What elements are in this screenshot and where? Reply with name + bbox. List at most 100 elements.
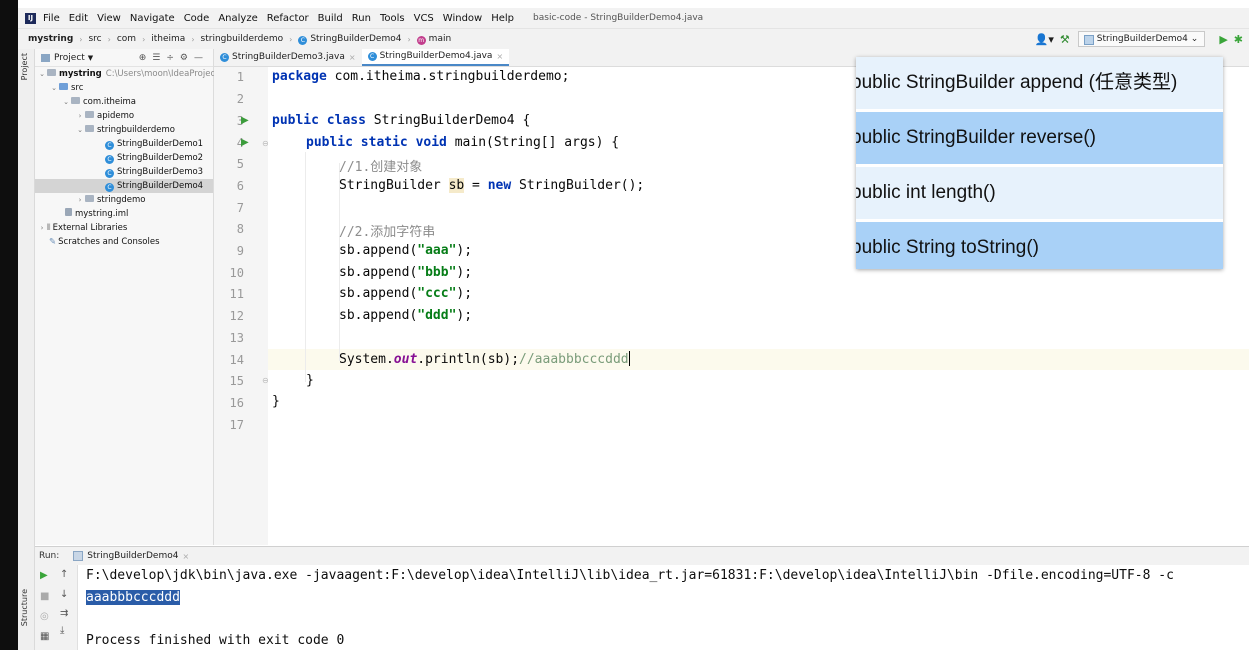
chevron-right-icon[interactable]: › bbox=[75, 109, 85, 123]
menu-edit[interactable]: Edit bbox=[69, 13, 88, 24]
code-text: sb.append( bbox=[339, 308, 418, 323]
tree-item-scratches[interactable]: ✎ Scratches and Consoles bbox=[35, 235, 227, 249]
menu-vcs[interactable]: VCS bbox=[414, 13, 434, 24]
close-icon[interactable]: × bbox=[496, 48, 503, 65]
breadcrumb-class[interactable]: C StringBuilderDemo4 bbox=[298, 34, 401, 45]
close-icon[interactable]: × bbox=[182, 552, 189, 561]
menu-run[interactable]: Run bbox=[352, 13, 371, 24]
breadcrumb-src[interactable]: src bbox=[88, 34, 101, 44]
menu-analyze[interactable]: Analyze bbox=[218, 13, 257, 24]
code-text: sb.append( bbox=[339, 286, 418, 301]
menu-navigate[interactable]: Navigate bbox=[130, 13, 175, 24]
layout-icon[interactable]: ▦ bbox=[40, 631, 49, 642]
tab-stringbuilderdemo3[interactable]: C StringBuilderDemo3.java × bbox=[214, 49, 362, 66]
string-literal: "aaa" bbox=[417, 243, 457, 258]
menu-code[interactable]: Code bbox=[184, 13, 210, 24]
tab-stringbuilderdemo4[interactable]: C StringBuilderDemo4.java × bbox=[361, 48, 510, 66]
tree-item-demo4[interactable]: C StringBuilderDemo4 bbox=[35, 179, 213, 193]
locate-icon[interactable]: ⊕ bbox=[139, 53, 153, 63]
breadcrumb-separator-icon: › bbox=[191, 34, 195, 44]
chevron-right-icon[interactable]: › bbox=[75, 193, 85, 207]
collapse-all-icon[interactable]: ☰ bbox=[152, 53, 166, 63]
run-method-icon[interactable]: ▶ bbox=[241, 137, 249, 148]
rerun-icon[interactable]: ▶ bbox=[40, 570, 48, 581]
line-number: 8 bbox=[236, 222, 244, 236]
close-icon[interactable]: × bbox=[349, 49, 356, 66]
menu-help[interactable]: Help bbox=[491, 13, 514, 24]
menu-view[interactable]: View bbox=[97, 13, 121, 24]
gear-icon[interactable]: ⚙ bbox=[180, 53, 194, 63]
run-tab-label: StringBuilderDemo4 bbox=[87, 551, 179, 561]
line-number: 6 bbox=[236, 179, 244, 193]
chevron-down-icon[interactable]: ▼ bbox=[88, 54, 93, 62]
tree-item-path: C:\Users\moon\IdeaProjec bbox=[105, 69, 216, 79]
keyword: public static void bbox=[306, 135, 447, 150]
code-text: sb.append( bbox=[339, 243, 418, 258]
tree-item-label: StringBuilderDemo3 bbox=[117, 167, 204, 177]
package-folder-icon bbox=[85, 111, 94, 118]
line-number: 16 bbox=[229, 396, 244, 410]
chevron-down-icon[interactable]: ⌄ bbox=[75, 123, 85, 137]
line-number: 7 bbox=[236, 201, 244, 215]
breadcrumb-project[interactable]: mystring bbox=[28, 34, 73, 44]
tree-item-label: mystring bbox=[59, 69, 102, 79]
code-line-10: sb.append("bbb"); bbox=[339, 265, 472, 280]
breadcrumb-package[interactable]: stringbuilderdemo bbox=[201, 34, 284, 44]
code-line-12: sb.append("ddd"); bbox=[339, 308, 472, 323]
breadcrumb-separator-icon: › bbox=[142, 34, 146, 44]
soft-wrap-icon[interactable]: ⇉ bbox=[60, 608, 68, 619]
tree-item-com-itheima[interactable]: ⌄ com.itheima bbox=[35, 95, 239, 109]
project-view-select[interactable]: Project bbox=[54, 53, 85, 63]
breadcrumb-itheima[interactable]: itheima bbox=[151, 34, 185, 44]
tree-item-label: stringdemo bbox=[97, 195, 146, 205]
console-output-line: aaabbbcccddd bbox=[86, 590, 180, 605]
method-list-popup: public StringBuilder append (任意类型) publi… bbox=[856, 57, 1223, 269]
stop-icon[interactable]: ■ bbox=[40, 591, 49, 602]
chevron-down-icon[interactable]: ⌄ bbox=[37, 67, 47, 81]
menu-file[interactable]: File bbox=[43, 13, 60, 24]
scroll-down-icon[interactable]: ↓ bbox=[60, 589, 68, 600]
chevron-down-icon[interactable]: ⌄ bbox=[49, 81, 59, 95]
run-icon[interactable]: ▶ bbox=[1219, 33, 1227, 46]
breadcrumb-com[interactable]: com bbox=[117, 34, 136, 44]
code-text: ); bbox=[456, 243, 473, 258]
line-number: 13 bbox=[229, 331, 244, 345]
camera-icon[interactable]: ◎ bbox=[40, 611, 49, 622]
tree-item-mystring[interactable]: ⌄ mystring C:\Users\moon\IdeaProjec bbox=[35, 67, 215, 81]
structure-tool-tab[interactable]: Structure bbox=[20, 589, 29, 626]
build-hammer-icon[interactable]: ⚒ bbox=[1060, 33, 1070, 46]
tree-item-src[interactable]: ⌄ src bbox=[35, 81, 227, 95]
project-tool-tab[interactable]: Project bbox=[20, 53, 29, 80]
scroll-to-end-icon[interactable]: ⤓ bbox=[60, 625, 64, 636]
run-configuration-select[interactable]: StringBuilderDemo4 ⌄ bbox=[1077, 31, 1206, 47]
breadcrumb-method-label: main bbox=[428, 33, 452, 44]
menu-tools[interactable]: Tools bbox=[380, 13, 405, 24]
menu-refactor[interactable]: Refactor bbox=[267, 13, 309, 24]
console-command-line: F:\develop\jdk\bin\java.exe -javaagent:F… bbox=[86, 568, 1174, 583]
run-class-icon[interactable]: ▶ bbox=[241, 115, 249, 126]
debug-icon[interactable]: ✱ bbox=[1234, 33, 1243, 46]
user-icon[interactable]: 👤▾ bbox=[1035, 33, 1054, 46]
tree-item-label: mystring.iml bbox=[75, 209, 129, 219]
breadcrumb: mystring › src › com › itheima › stringb… bbox=[18, 28, 1249, 50]
expand-icon[interactable]: ÷ bbox=[166, 53, 180, 63]
menu-window[interactable]: Window bbox=[443, 13, 482, 24]
breadcrumb-method[interactable]: m main bbox=[416, 33, 452, 45]
code-text: = bbox=[464, 178, 488, 193]
chevron-right-icon[interactable]: › bbox=[37, 221, 47, 235]
tree-item-label: stringbuilderdemo bbox=[97, 125, 175, 135]
console-output[interactable]: F:\develop\jdk\bin\java.exe -javaagent:F… bbox=[78, 565, 1249, 650]
chevron-down-icon[interactable]: ⌄ bbox=[61, 95, 71, 109]
tree-item-iml[interactable]: mystring.iml bbox=[35, 207, 243, 221]
popup-item-label: public int length() bbox=[856, 182, 996, 203]
run-tab[interactable]: StringBuilderDemo4 × bbox=[73, 551, 189, 561]
hide-icon[interactable]: — bbox=[194, 53, 209, 63]
tree-item-external-libraries[interactable]: › ⫴ External Libraries bbox=[35, 221, 215, 235]
intellij-logo-icon: IJ bbox=[25, 12, 36, 24]
popup-item-reverse: public StringBuilder reverse() bbox=[856, 112, 1223, 164]
breadcrumb-separator-icon: › bbox=[407, 34, 411, 44]
code-line-6: StringBuilder sb = new StringBuilder(); bbox=[339, 178, 644, 193]
menu-build[interactable]: Build bbox=[318, 13, 343, 24]
toolbar-right: 👤▾ ⚒ StringBuilderDemo4 ⌄ ▶ ✱ bbox=[1029, 31, 1243, 47]
scroll-up-icon[interactable]: ↑ bbox=[60, 569, 68, 580]
